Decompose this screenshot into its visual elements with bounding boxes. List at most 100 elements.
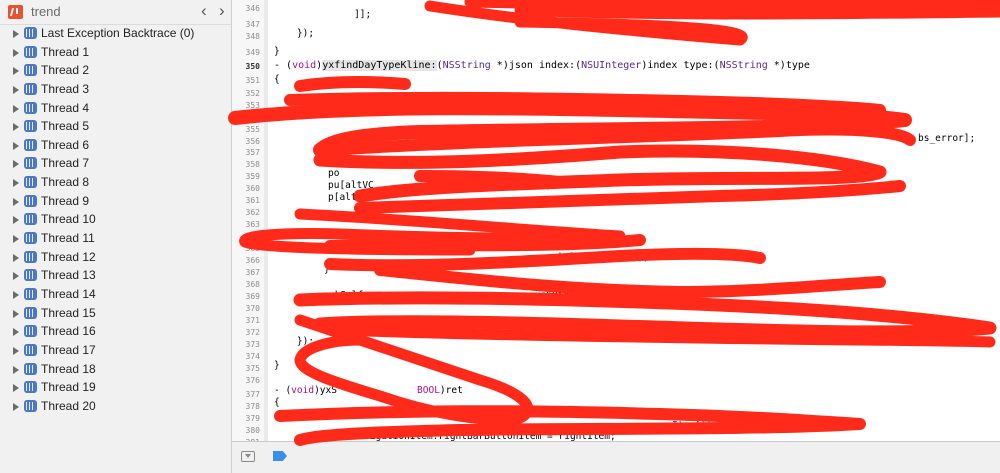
disclosure-triangle-icon[interactable] [13,30,19,38]
thread-row[interactable]: Thread 7 [0,154,231,173]
code-line-375[interactable]: } [274,360,280,371]
thread-row[interactable]: Thread 8 [0,173,231,192]
line-number[interactable]: 378 [232,402,260,411]
code-line-361[interactable]: p[altV [328,192,362,203]
forward-chevron-icon[interactable]: › [219,2,225,20]
disclosure-triangle-icon[interactable] [13,384,19,393]
thread-row[interactable]: Thread 16 [0,322,231,341]
thread-row[interactable]: Thread 9 [0,192,231,211]
line-number[interactable]: 346 [232,4,260,13]
line-number[interactable]: 366 [232,256,260,265]
line-number[interactable]: 347 [232,20,260,29]
disclosure-triangle-icon[interactable] [13,365,19,374]
disclosure-triangle-icon[interactable] [13,328,19,337]
disclosure-triangle-icon[interactable] [13,179,19,188]
line-number[interactable]: 354 [232,113,260,122]
line-number[interactable]: 359 [232,172,260,181]
line-number[interactable]: 372 [232,328,260,337]
code-line-369[interactable]: __weakSelf pushViewCo [306,290,586,301]
line-number[interactable]: 363 [232,220,260,229]
code-line-350[interactable]: - (void)yxfindDayTypeKline:(NSString *)j… [274,60,810,71]
thread-row[interactable]: Thread 18 [0,360,231,379]
line-number[interactable]: 368 [232,280,260,289]
line-number[interactable]: 360 [232,184,260,193]
line-number[interactable]: 352 [232,89,260,98]
code-line-356-tail[interactable]: bs_error]; [918,133,975,144]
line-number[interactable]: 379 [232,414,260,423]
thread-row[interactable]: Thread 17 [0,341,231,360]
line-number[interactable]: 350 [232,62,260,71]
thread-row[interactable]: Thread 20 [0,397,231,416]
code-line-348[interactable]: }); [274,28,314,39]
disclosure-triangle-icon[interactable] [13,272,19,281]
thread-row[interactable]: Thread 3 [0,80,231,99]
line-number[interactable]: 358 [232,160,260,169]
line-number[interactable]: 355 [232,125,260,134]
line-number[interactable]: 376 [232,376,260,385]
line-number[interactable]: 364 [232,232,260,241]
thread-row[interactable]: Thread 19 [0,378,231,397]
disclosure-triangle-icon[interactable] [13,346,19,355]
disclosure-triangle-icon[interactable] [13,123,19,132]
disclosure-triangle-icon[interactable] [13,67,19,76]
line-number[interactable]: 353 [232,101,260,110]
code-line-373[interactable]: }); [274,336,314,347]
thread-row[interactable]: Thread 13 [0,266,231,285]
disclosure-triangle-icon[interactable] [13,253,19,262]
line-number[interactable]: 370 [232,304,260,313]
line-number[interactable]: 348 [232,32,260,41]
disclosure-triangle-icon[interactable] [13,48,19,57]
disclosure-triangle-icon[interactable] [13,290,19,299]
disclosure-triangle-icon[interactable] [13,402,19,411]
line-number[interactable]: 349 [232,48,260,57]
line-number[interactable]: 357 [232,148,260,157]
line-number[interactable]: 369 [232,292,260,301]
disclosure-triangle-icon[interactable] [13,104,19,113]
console-toggle-icon[interactable] [241,451,255,462]
thread-row[interactable]: Thread 10 [0,210,231,229]
line-number[interactable]: 361 [232,196,260,205]
line-number-gutter[interactable]: 346 347 348 349 350 351 352 353 354 355 356 357 358 3… [232,0,264,441]
disclosure-triangle-icon[interactable] [13,160,19,169]
code-line-360[interactable]: pu[altVC value]; [328,180,551,191]
back-chevron-icon[interactable]: ‹ [201,2,207,20]
line-number[interactable]: 371 [232,316,260,325]
code-line-359[interactable]: po [328,168,339,179]
thread-row[interactable]: Thread 4 [0,99,231,118]
line-number[interactable]: 362 [232,208,260,217]
disclosure-triangle-icon[interactable] [13,85,19,94]
code-line-381[interactable]: self.navigationItem.rightBarButtonItem =… [324,431,616,441]
line-number[interactable]: 377 [232,390,260,399]
thread-row[interactable]: Thread 2 [0,61,231,80]
line-number[interactable]: 351 [232,76,260,85]
thread-row[interactable]: Thread 1 [0,43,231,62]
line-number[interactable]: 374 [232,352,260,361]
line-number[interactable]: 365 [232,244,260,253]
code-line-351[interactable]: { [274,74,280,85]
code-line-346[interactable]: ]]; [274,9,371,20]
code-line-380[interactable]: ItemAlloc [672,420,723,431]
disclosure-triangle-icon[interactable] [13,309,19,318]
code-line-349[interactable]: } [274,46,280,57]
thread-row[interactable]: Thread 15 [0,304,231,323]
line-number[interactable]: 373 [232,340,260,349]
source-editor[interactable]: 346 347 348 349 350 351 352 353 354 355 356 357 358 3… [232,0,1000,441]
disclosure-triangle-icon[interactable] [13,235,19,244]
thread-row[interactable]: Thread 14 [0,285,231,304]
line-number[interactable]: 380 [232,426,260,435]
code-line-367[interactable]: } [324,264,330,275]
code-line-372-tail[interactable]: ]; [972,322,983,333]
disclosure-triangle-icon[interactable] [13,197,19,206]
breakpoint-toggle-icon[interactable] [273,451,287,461]
thread-row[interactable]: Thread 11 [0,229,231,248]
disclosure-triangle-icon[interactable] [13,216,19,225]
code-line-377[interactable]: - (void)yxS BOOL)ret [274,385,463,396]
line-number[interactable]: 356 [232,137,260,146]
line-number[interactable]: 367 [232,268,260,277]
code-folding-ribbon[interactable] [264,0,268,441]
thread-row[interactable]: Thread 6 [0,136,231,155]
backtrace-row[interactable]: Last Exception Backtrace (0) [0,24,231,43]
line-number[interactable]: 375 [232,364,260,373]
disclosure-triangle-icon[interactable] [13,141,19,150]
thread-row[interactable]: Thread 5 [0,117,231,136]
